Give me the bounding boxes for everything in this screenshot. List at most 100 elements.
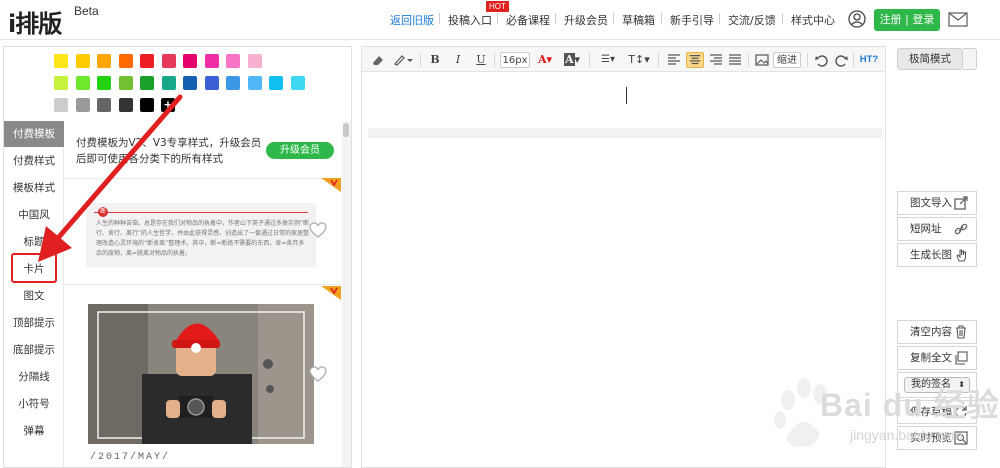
top-header: i排版 Beta 返回旧版 投稿入口 HOT 必备课程 升级会员 草稿箱 新手引… bbox=[0, 0, 1000, 40]
card-title-line bbox=[94, 212, 308, 213]
nav-separator bbox=[555, 13, 556, 24]
sidebar-item-barrage[interactable]: 弹幕 bbox=[4, 420, 64, 442]
import-icon bbox=[954, 196, 968, 210]
font-size-select[interactable]: 16px bbox=[500, 52, 530, 68]
color-swatch[interactable] bbox=[247, 54, 262, 68]
favorite-heart-icon[interactable] bbox=[309, 222, 327, 238]
add-color-button[interactable]: + bbox=[161, 98, 175, 112]
bg-color-icon[interactable]: A▾ bbox=[561, 52, 583, 68]
color-swatch[interactable] bbox=[140, 54, 154, 68]
redo-icon[interactable] bbox=[835, 52, 849, 68]
sidebar-item-chinese-style[interactable]: 中国风 bbox=[4, 204, 64, 226]
sidebar-item-divider[interactable]: 分隔线 bbox=[4, 366, 64, 388]
color-swatch[interactable] bbox=[269, 76, 283, 90]
sidebar-item-small-symbol[interactable]: 小符号 bbox=[4, 393, 64, 415]
template-scrollbar-thumb[interactable] bbox=[343, 123, 349, 137]
favorite-heart-icon[interactable] bbox=[309, 366, 327, 382]
color-swatch[interactable] bbox=[161, 76, 176, 90]
hot-badge: HOT bbox=[486, 1, 509, 12]
list-icon[interactable]: ☰▾ bbox=[597, 52, 619, 68]
align-right-icon[interactable] bbox=[709, 52, 723, 68]
photo-caption: /2017/MAY/ bbox=[90, 452, 171, 463]
import-article-button[interactable]: 图文导入 bbox=[897, 191, 977, 215]
color-swatch[interactable] bbox=[54, 98, 68, 112]
color-swatch[interactable] bbox=[75, 54, 90, 68]
nav-back-old-version[interactable]: 返回旧版 bbox=[390, 12, 434, 28]
font-color-icon[interactable]: A▾ bbox=[535, 52, 555, 68]
template-panel: + 付费模板 付费样式 模板样式 中国风 标题 卡片 图文 顶部提示 底部提示 … bbox=[3, 46, 352, 468]
logo-beta-tag: Beta bbox=[74, 4, 99, 18]
color-swatch[interactable] bbox=[140, 76, 154, 90]
sidebar-item-title[interactable]: 标题 bbox=[4, 231, 64, 253]
color-swatch[interactable] bbox=[118, 76, 133, 90]
color-swatch[interactable] bbox=[97, 76, 111, 90]
eraser-icon[interactable] bbox=[370, 52, 386, 68]
italic-icon[interactable]: I bbox=[451, 52, 465, 68]
indent-button[interactable]: 缩进 bbox=[773, 52, 801, 68]
photo-person-with-camera bbox=[88, 304, 314, 444]
color-swatch[interactable] bbox=[54, 54, 68, 68]
align-justify-icon[interactable] bbox=[728, 52, 742, 68]
card-title-dot: 断 bbox=[98, 207, 108, 217]
card-highlight-box bbox=[11, 253, 57, 283]
color-swatch[interactable] bbox=[183, 76, 197, 90]
template-card-photo[interactable] bbox=[88, 304, 314, 444]
align-left-icon[interactable] bbox=[667, 52, 681, 68]
clear-content-button[interactable]: 清空内容 bbox=[897, 320, 977, 344]
color-swatch[interactable] bbox=[204, 54, 219, 68]
undo-icon[interactable] bbox=[814, 52, 828, 68]
template-scrollbar-track[interactable] bbox=[342, 121, 351, 467]
image-icon[interactable] bbox=[755, 52, 769, 68]
html-source-button[interactable]: HT? bbox=[857, 52, 881, 68]
align-center-icon[interactable] bbox=[686, 52, 704, 68]
color-swatch[interactable] bbox=[183, 54, 197, 68]
color-swatch[interactable] bbox=[75, 76, 90, 90]
nav-feedback[interactable]: 交流/反馈 bbox=[728, 12, 776, 28]
sidebar-item-template-styles[interactable]: 模板样式 bbox=[4, 177, 64, 199]
color-swatch[interactable] bbox=[226, 54, 240, 68]
color-swatch[interactable] bbox=[140, 98, 154, 112]
sidebar-item-image-text[interactable]: 图文 bbox=[4, 285, 64, 307]
color-swatch[interactable] bbox=[226, 76, 240, 90]
nav-drafts[interactable]: 草稿箱 bbox=[622, 12, 655, 28]
user-circle-icon[interactable] bbox=[848, 10, 866, 28]
sidebar-item-bottom-tip[interactable]: 底部提示 bbox=[4, 339, 64, 361]
color-swatch[interactable] bbox=[118, 54, 133, 68]
color-swatch[interactable] bbox=[97, 98, 111, 112]
text-cursor bbox=[626, 87, 627, 104]
upgrade-member-button[interactable]: 升级会员 bbox=[266, 142, 334, 159]
color-swatch[interactable] bbox=[290, 76, 305, 90]
bold-icon[interactable]: B bbox=[428, 52, 442, 68]
mail-icon[interactable] bbox=[948, 12, 968, 27]
brush-icon[interactable] bbox=[392, 52, 414, 68]
color-swatch[interactable] bbox=[204, 76, 219, 90]
register-login-button[interactable]: 注册 | 登录 bbox=[874, 9, 940, 31]
generate-long-image-button[interactable]: 生成长图 bbox=[897, 243, 977, 267]
template-card-quote[interactable]: 断 人生的种种苦恼，总是存在我们对物品的执着中，作者山下英子通过多类实例“断行、… bbox=[86, 203, 316, 267]
short-url-button[interactable]: 短网址 bbox=[897, 217, 977, 241]
color-swatch[interactable] bbox=[118, 98, 133, 112]
toolbar-separator bbox=[748, 53, 749, 67]
nav-submit[interactable]: 投稿入口 bbox=[448, 12, 492, 28]
color-swatch[interactable] bbox=[75, 98, 90, 112]
nav-guide[interactable]: 新手引导 bbox=[670, 12, 714, 28]
import-article-label: 图文导入 bbox=[910, 197, 952, 209]
color-swatch[interactable] bbox=[161, 54, 176, 68]
sidebar-item-top-tip[interactable]: 顶部提示 bbox=[4, 312, 64, 334]
toolbar-separator bbox=[494, 53, 495, 67]
text-size-icon[interactable]: T↕▾ bbox=[626, 52, 652, 68]
site-logo[interactable]: i排版 bbox=[8, 4, 62, 39]
minimal-mode-button[interactable]: 极简模式 bbox=[897, 48, 963, 70]
sidebar-item-paid-styles[interactable]: 付费样式 bbox=[4, 150, 64, 172]
underline-icon[interactable]: U bbox=[474, 52, 488, 68]
nav-courses[interactable]: 必备课程 bbox=[506, 12, 550, 28]
nav-upgrade[interactable]: 升级会员 bbox=[564, 12, 608, 28]
sidebar-item-paid-templates[interactable]: 付费模板 bbox=[4, 121, 64, 147]
toolbar-separator bbox=[853, 53, 854, 67]
color-swatch[interactable] bbox=[247, 76, 262, 90]
nav-style-center[interactable]: 样式中心 bbox=[791, 12, 835, 28]
watermark-url: jingyan.baidu.com bbox=[850, 427, 963, 443]
minimal-mode-toggle-edge[interactable] bbox=[963, 48, 977, 70]
color-swatch[interactable] bbox=[97, 54, 111, 68]
color-swatch[interactable] bbox=[54, 76, 68, 90]
